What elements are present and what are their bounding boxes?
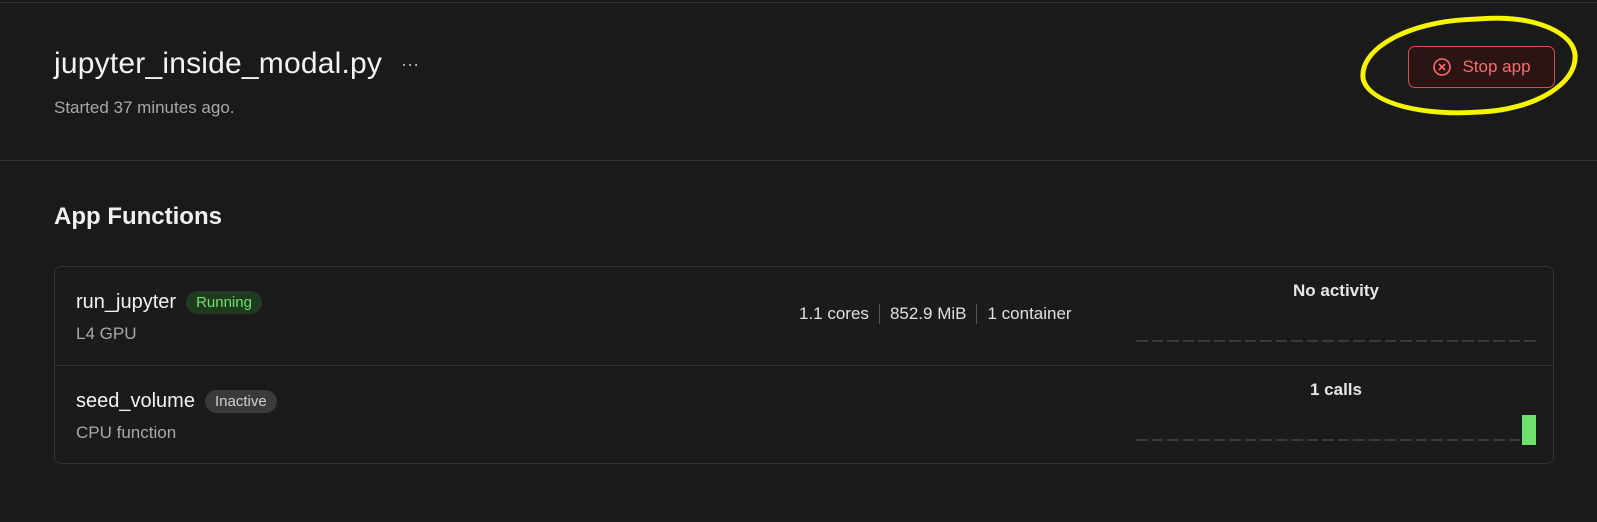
activity-baseline: [1136, 438, 1536, 442]
activity-baseline: [1136, 339, 1536, 343]
baseline-dash: [1368, 340, 1381, 342]
app-detail-page: jupyter_inside_modal.py ··· Started 37 m…: [0, 0, 1597, 522]
activity-sparkline: No activity: [1136, 281, 1536, 356]
title-row: jupyter_inside_modal.py ···: [54, 47, 420, 81]
baseline-dash: [1151, 439, 1164, 441]
baseline-dash: [1337, 439, 1350, 441]
baseline-dash: [1151, 340, 1164, 342]
baseline-dash: [1213, 439, 1226, 441]
baseline-dash: [1213, 340, 1226, 342]
baseline-dash: [1260, 340, 1272, 342]
baseline-dash: [1306, 439, 1319, 441]
function-subtitle: L4 GPU: [76, 324, 137, 343]
baseline-dash: [1136, 340, 1148, 342]
baseline-dash: [1182, 340, 1195, 342]
stop-app-label: Stop app: [1462, 57, 1531, 76]
status-badge: Running: [186, 291, 262, 314]
baseline-dash: [1306, 340, 1319, 342]
baseline-dash: [1508, 439, 1521, 441]
baseline-dash: [1400, 439, 1412, 441]
baseline-dash: [1353, 340, 1365, 342]
baseline-dash: [1182, 439, 1195, 441]
more-options-button[interactable]: ···: [400, 54, 420, 74]
baseline-dash: [1462, 439, 1474, 441]
started-status: Started 37 minutes ago.: [54, 98, 235, 117]
baseline-dash: [1322, 439, 1334, 441]
baseline-dash: [1244, 340, 1257, 342]
baseline-dash: [1446, 439, 1459, 441]
baseline-dash: [1508, 340, 1521, 342]
baseline-dash: [1198, 439, 1210, 441]
more-horizontal-icon: ···: [401, 53, 420, 74]
functions-table: run_jupyter Running L4 GPU 1.1 cores 852…: [54, 266, 1554, 464]
baseline-dash: [1477, 439, 1490, 441]
baseline-dash: [1431, 340, 1443, 342]
function-name-wrap: seed_volume Inactive: [76, 390, 277, 413]
baseline-dash: [1400, 340, 1412, 342]
baseline-dash: [1291, 439, 1303, 441]
x-circle-icon: [1433, 58, 1452, 76]
baseline-dash: [1260, 439, 1272, 441]
app-header: jupyter_inside_modal.py ··· Started 37 m…: [0, 3, 1597, 161]
baseline-dash: [1446, 340, 1459, 342]
baseline-dash: [1275, 340, 1288, 342]
baseline-dash: [1384, 340, 1397, 342]
containers-stat: 1 container: [987, 304, 1072, 323]
baseline-dash: [1493, 340, 1505, 342]
baseline-dash: [1337, 340, 1350, 342]
baseline-dash: [1415, 340, 1428, 342]
resource-stats: 1.1 cores 852.9 MiB 1 container: [799, 304, 1082, 324]
baseline-dash: [1275, 439, 1288, 441]
baseline-dash: [1198, 340, 1210, 342]
activity-sparkline: 1 calls: [1136, 380, 1536, 455]
activity-label: No activity: [1293, 281, 1379, 300]
section-title: App Functions: [54, 203, 222, 230]
activity-label: 1 calls: [1310, 380, 1362, 399]
baseline-dash: [1477, 340, 1490, 342]
function-row-run-jupyter[interactable]: run_jupyter Running L4 GPU 1.1 cores 852…: [55, 267, 1553, 366]
baseline-dash: [1167, 340, 1179, 342]
cpu-cores-stat: 1.1 cores: [799, 304, 869, 323]
baseline-dash: [1229, 340, 1241, 342]
baseline-dash: [1167, 439, 1179, 441]
baseline-dash: [1136, 439, 1148, 441]
baseline-dash: [1415, 439, 1428, 441]
baseline-dash: [1524, 340, 1536, 342]
baseline-dash: [1229, 439, 1241, 441]
baseline-dash: [1244, 439, 1257, 441]
baseline-dash: [1462, 340, 1474, 342]
function-row-seed-volume[interactable]: seed_volume Inactive CPU function 1 call…: [55, 366, 1553, 465]
function-name[interactable]: run_jupyter: [76, 291, 176, 314]
memory-stat: 852.9 MiB: [889, 304, 967, 323]
baseline-dash: [1431, 439, 1443, 441]
call-bar: [1522, 415, 1536, 445]
app-title: jupyter_inside_modal.py: [54, 47, 383, 80]
function-name[interactable]: seed_volume: [76, 390, 195, 413]
baseline-dash: [1384, 439, 1397, 441]
function-subtitle: CPU function: [76, 423, 177, 442]
baseline-dash: [1493, 439, 1505, 441]
stop-app-button[interactable]: Stop app: [1408, 46, 1555, 88]
baseline-dash: [1353, 439, 1365, 441]
baseline-dash: [1368, 439, 1381, 441]
status-badge: Inactive: [204, 390, 277, 413]
function-name-wrap: run_jupyter Running: [76, 291, 262, 314]
baseline-dash: [1291, 340, 1303, 342]
baseline-dash: [1322, 340, 1334, 342]
